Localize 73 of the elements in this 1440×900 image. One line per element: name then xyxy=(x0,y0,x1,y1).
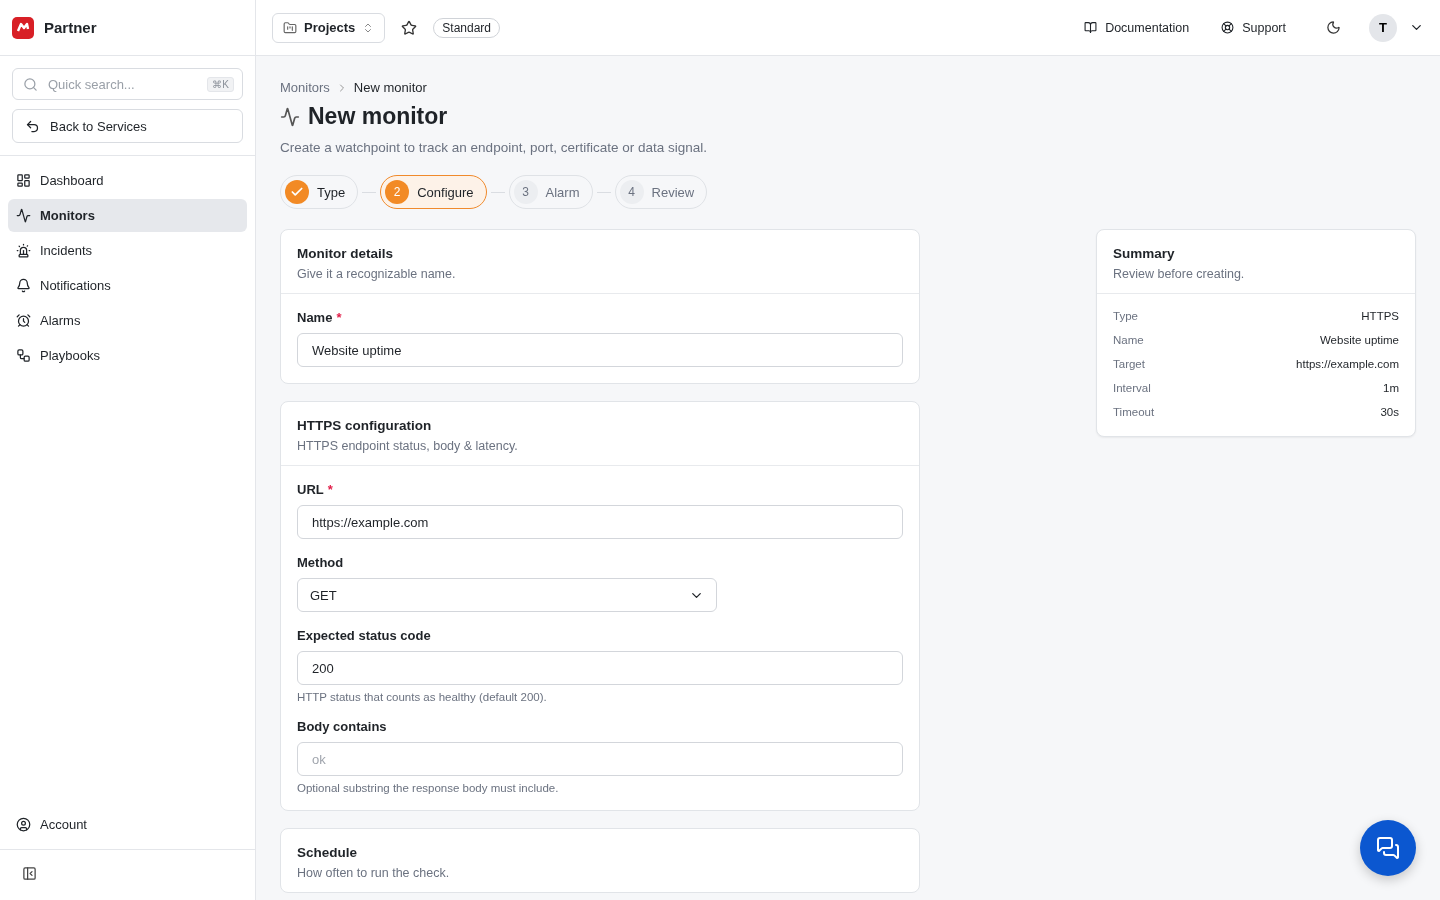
sidebar-item[interactable]: Incidents xyxy=(8,234,247,267)
card-description: Review before creating. xyxy=(1113,267,1246,281)
summary-label: Timeout xyxy=(1113,406,1155,420)
sidebar-item[interactable]: Notifications xyxy=(8,269,247,302)
sidebar-item[interactable]: Alarms xyxy=(8,304,247,337)
step-tab[interactable]: 2 Configure xyxy=(380,175,487,209)
summary-value: Website uptime xyxy=(1319,334,1399,348)
breadcrumb-link[interactable]: Monitors xyxy=(280,80,330,95)
summary-label: Interval xyxy=(1113,382,1151,396)
page-title: New monitor xyxy=(308,103,448,130)
sidebar-item[interactable]: Monitors xyxy=(8,199,247,232)
avatar[interactable]: T xyxy=(1369,13,1397,42)
chat-button[interactable] xyxy=(1360,820,1416,876)
field-label: URL * xyxy=(297,482,334,497)
siren-icon xyxy=(16,243,31,258)
folder-icon xyxy=(283,20,297,35)
summary-value: HTTPS xyxy=(1361,310,1399,324)
shortcut-hint: ⌘K xyxy=(207,76,234,92)
card-description: HTTPS endpoint status, body & latency. xyxy=(297,439,519,453)
sidebar-item[interactable]: Dashboard xyxy=(8,164,247,197)
summary-label: Type xyxy=(1113,310,1138,324)
search-icon xyxy=(23,76,38,92)
lifebuoy-icon xyxy=(1221,21,1235,34)
page-subtitle: Create a watchpoint to track an endpoint, port, certificate or data signal. xyxy=(280,140,708,155)
chat-icon xyxy=(1376,836,1400,860)
collapse-sidebar-icon[interactable] xyxy=(22,866,37,881)
workflow-icon xyxy=(16,348,31,363)
summary-value: 30s xyxy=(1380,406,1399,420)
check-icon xyxy=(290,185,304,199)
breadcrumb-current: New monitor xyxy=(353,80,427,95)
book-icon xyxy=(1084,21,1098,34)
user-icon xyxy=(16,817,31,832)
input-field[interactable]: 200 xyxy=(297,651,903,685)
method-select[interactable]: GET xyxy=(297,578,717,612)
brand-name: Partner xyxy=(44,19,97,36)
required-mark: * xyxy=(336,310,342,325)
summary-label: Target xyxy=(1113,358,1145,372)
back-button[interactable]: Back to Services xyxy=(12,109,243,143)
field-label: Body contains xyxy=(297,719,388,734)
dashboard-icon xyxy=(16,173,31,188)
bell-icon xyxy=(16,278,31,293)
card-title: Schedule xyxy=(297,845,359,860)
project-switcher[interactable]: Projects xyxy=(272,12,386,43)
step-marker: 2 xyxy=(385,180,410,204)
summary-value: 1m xyxy=(1383,382,1399,396)
back-arrow-icon xyxy=(25,118,40,134)
field-hint: Optional substring the response body must include. xyxy=(297,782,560,794)
field-label: Method xyxy=(297,555,345,570)
required-mark: * xyxy=(327,482,333,497)
input-field[interactable]: ok xyxy=(297,742,903,776)
summary-label: Name xyxy=(1113,334,1144,348)
header-link[interactable]: Support xyxy=(1221,20,1286,35)
card-title: Summary xyxy=(1113,246,1176,261)
logo-icon xyxy=(12,16,34,39)
search-input[interactable]: Quick search... xyxy=(46,75,200,93)
field-hint: HTTP status that counts as healthy (default 200). xyxy=(297,691,548,703)
step-marker: 3 xyxy=(513,180,538,204)
step-marker: 4 xyxy=(619,180,644,204)
field-label: Expected status code xyxy=(297,628,432,643)
card-description: Give it a recognizable name. xyxy=(297,267,457,281)
header-link[interactable]: Documentation xyxy=(1084,20,1190,35)
card-title: HTTPS configuration xyxy=(297,418,433,433)
input-field[interactable]: https://example.com xyxy=(297,505,903,539)
sidebar-item[interactable]: Playbooks xyxy=(8,339,247,372)
field-label: Name * xyxy=(297,310,343,325)
card-description: How often to run the check. xyxy=(297,866,451,880)
alarm-clock-icon xyxy=(16,313,31,328)
card-title: Monitor details xyxy=(297,246,394,261)
input-field[interactable]: Website uptime xyxy=(297,333,903,367)
activity-icon xyxy=(280,106,300,127)
activity-icon xyxy=(16,208,31,223)
summary-value: https://example.com xyxy=(1296,358,1399,372)
account-item[interactable]: Account xyxy=(8,808,247,841)
